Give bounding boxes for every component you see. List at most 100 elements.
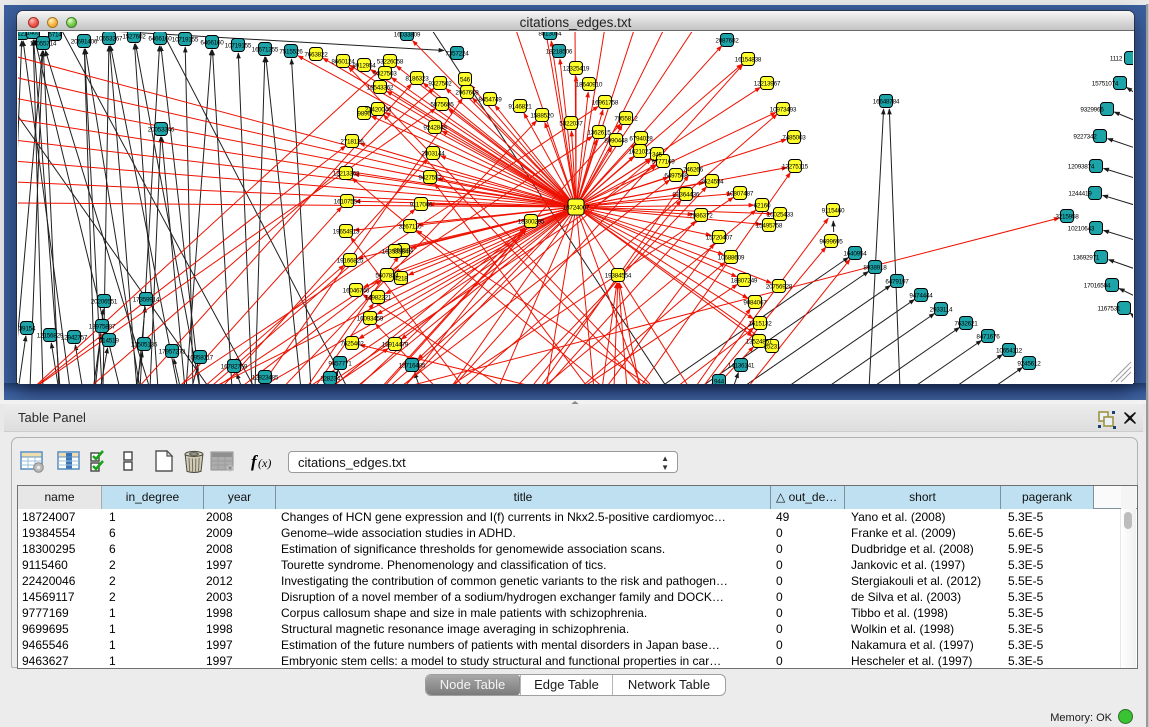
svg-text:1640954: 1640954 <box>843 251 867 258</box>
svg-text:7515526: 7515526 <box>279 49 303 56</box>
svg-text:19166825: 19166825 <box>337 258 364 265</box>
svg-text:1405: 1405 <box>26 32 40 37</box>
svg-text:16648784: 16648784 <box>873 99 900 106</box>
svg-text:944: 944 <box>714 379 725 385</box>
svg-text:53226058: 53226058 <box>377 59 404 66</box>
svg-text:1244419: 1244419 <box>1068 191 1092 198</box>
svg-text:16107554: 16107554 <box>334 199 361 206</box>
svg-text:7955812: 7955812 <box>614 116 638 123</box>
svg-text:14982221: 14982221 <box>365 295 392 302</box>
svg-text:9474444: 9474444 <box>909 293 933 300</box>
svg-text:16353584: 16353584 <box>382 249 409 256</box>
svg-text:7986372: 7986372 <box>689 213 713 220</box>
svg-text:8471676: 8471676 <box>976 334 1000 341</box>
svg-text:1588520: 1588520 <box>530 113 554 120</box>
svg-text:16543362: 16543362 <box>367 85 394 92</box>
svg-text:3215958: 3215958 <box>1055 214 1079 221</box>
svg-text:10025433: 10025433 <box>767 212 794 219</box>
svg-text:14055714: 14055714 <box>30 41 57 48</box>
svg-text:13275115: 13275115 <box>782 164 809 171</box>
svg-text:9245612: 9245612 <box>1017 361 1041 368</box>
svg-text:6479197: 6479197 <box>885 279 909 286</box>
svg-text:8813054: 8813054 <box>538 32 562 38</box>
svg-text:7357224: 7357224 <box>445 51 469 58</box>
svg-text:25231: 25231 <box>764 344 781 351</box>
svg-text:21364436: 21364436 <box>673 192 700 199</box>
svg-text:7632621: 7632621 <box>954 321 978 328</box>
svg-text:1615132: 1615132 <box>748 321 772 328</box>
svg-text:546: 546 <box>460 77 471 84</box>
svg-text:18300295: 18300295 <box>518 219 545 226</box>
svg-text:10719155: 10719155 <box>172 37 199 44</box>
svg-text:20053346: 20053346 <box>148 127 175 134</box>
svg-text:12823485: 12823485 <box>252 375 279 382</box>
svg-text:1527602: 1527602 <box>122 34 146 41</box>
svg-text:9084067: 9084067 <box>743 300 767 307</box>
svg-text:12942757: 12942757 <box>61 335 88 342</box>
svg-text:2933114: 2933114 <box>930 307 953 314</box>
svg-text:9699695: 9699695 <box>819 239 843 246</box>
svg-text:9227342: 9227342 <box>1073 134 1097 141</box>
svg-text:16033809: 16033809 <box>394 32 421 39</box>
svg-text:9117006: 9117006 <box>410 202 433 209</box>
svg-text:10807487: 10807487 <box>727 191 754 198</box>
svg-text:1112: 1112 <box>1110 56 1123 63</box>
svg-text:13692971: 13692971 <box>1073 255 1100 262</box>
svg-text:1362615: 1362615 <box>587 130 611 137</box>
svg-text:18807249: 18807249 <box>731 278 758 285</box>
svg-text:9457771: 9457771 <box>328 361 352 368</box>
svg-text:10653267: 10653267 <box>96 36 123 43</box>
svg-text:9777169: 9777169 <box>651 159 675 166</box>
svg-text:9242848: 9242848 <box>423 125 447 132</box>
svg-text:8186323: 8186323 <box>405 76 429 83</box>
svg-text:9896: 9896 <box>357 111 371 118</box>
svg-text:6466160: 6466160 <box>148 36 172 43</box>
svg-text:114519: 114519 <box>99 338 119 345</box>
svg-text:16046746: 16046746 <box>343 288 370 295</box>
svg-text:13975887: 13975887 <box>89 324 116 331</box>
svg-text:12093874: 12093874 <box>1068 164 1095 171</box>
svg-text:15720407: 15720407 <box>706 235 733 242</box>
svg-text:18724007: 18724007 <box>563 205 590 212</box>
svg-text:18218506: 18218506 <box>546 49 573 56</box>
svg-text:9327502: 9327502 <box>428 81 452 88</box>
svg-text:(x): (x) <box>258 456 271 470</box>
svg-text:2967608: 2967608 <box>455 90 479 97</box>
svg-text:6466160: 6466160 <box>200 40 224 47</box>
svg-text:5875685: 5875685 <box>430 102 454 109</box>
svg-text:18640910: 18640910 <box>576 82 603 89</box>
svg-text:12325419: 12325419 <box>563 66 590 73</box>
svg-text:9427552: 9427552 <box>418 175 442 182</box>
svg-text:5607834: 5607834 <box>375 273 399 280</box>
svg-text:9115460: 9115460 <box>822 208 845 215</box>
svg-text:2718126: 2718126 <box>340 139 364 146</box>
svg-text:39154: 39154 <box>19 326 36 333</box>
svg-text:10973493: 10973493 <box>770 107 797 114</box>
svg-text:15751074: 15751074 <box>1092 81 1119 88</box>
svg-text:15495758: 15495758 <box>756 223 783 230</box>
svg-text:8912954: 8912954 <box>352 63 376 70</box>
svg-text:8990448: 8990448 <box>604 138 628 145</box>
svg-text:6794028: 6794028 <box>629 136 653 143</box>
svg-text:7625402: 7625402 <box>340 341 364 348</box>
svg-text:20756928: 20756928 <box>766 284 793 291</box>
svg-text:8938918: 8938918 <box>863 265 887 272</box>
svg-text:12213363: 12213363 <box>333 171 360 178</box>
svg-text:16154838: 16154838 <box>735 57 762 64</box>
svg-text:9146821: 9146821 <box>508 104 532 111</box>
svg-text:62160: 62160 <box>754 203 771 210</box>
svg-text:16961758: 16961758 <box>592 100 619 107</box>
svg-text:5714: 5714 <box>48 32 62 39</box>
svg-text:1167531: 1167531 <box>1098 306 1121 313</box>
svg-text:19384554: 19384554 <box>605 273 632 280</box>
svg-text:6497568: 6497568 <box>664 173 688 180</box>
svg-text:14136141: 14136141 <box>728 363 755 370</box>
svg-text:10719155: 10719155 <box>225 43 252 50</box>
svg-text:12213967: 12213967 <box>754 81 781 88</box>
svg-text:16782759: 16782759 <box>221 364 248 371</box>
svg-text:345: 345 <box>652 152 663 159</box>
svg-text:16093459: 16093459 <box>357 316 384 323</box>
svg-text:20691406: 20691406 <box>71 39 98 46</box>
svg-text:128234: 128234 <box>320 376 341 383</box>
svg-text:10654112: 10654112 <box>996 348 1023 355</box>
